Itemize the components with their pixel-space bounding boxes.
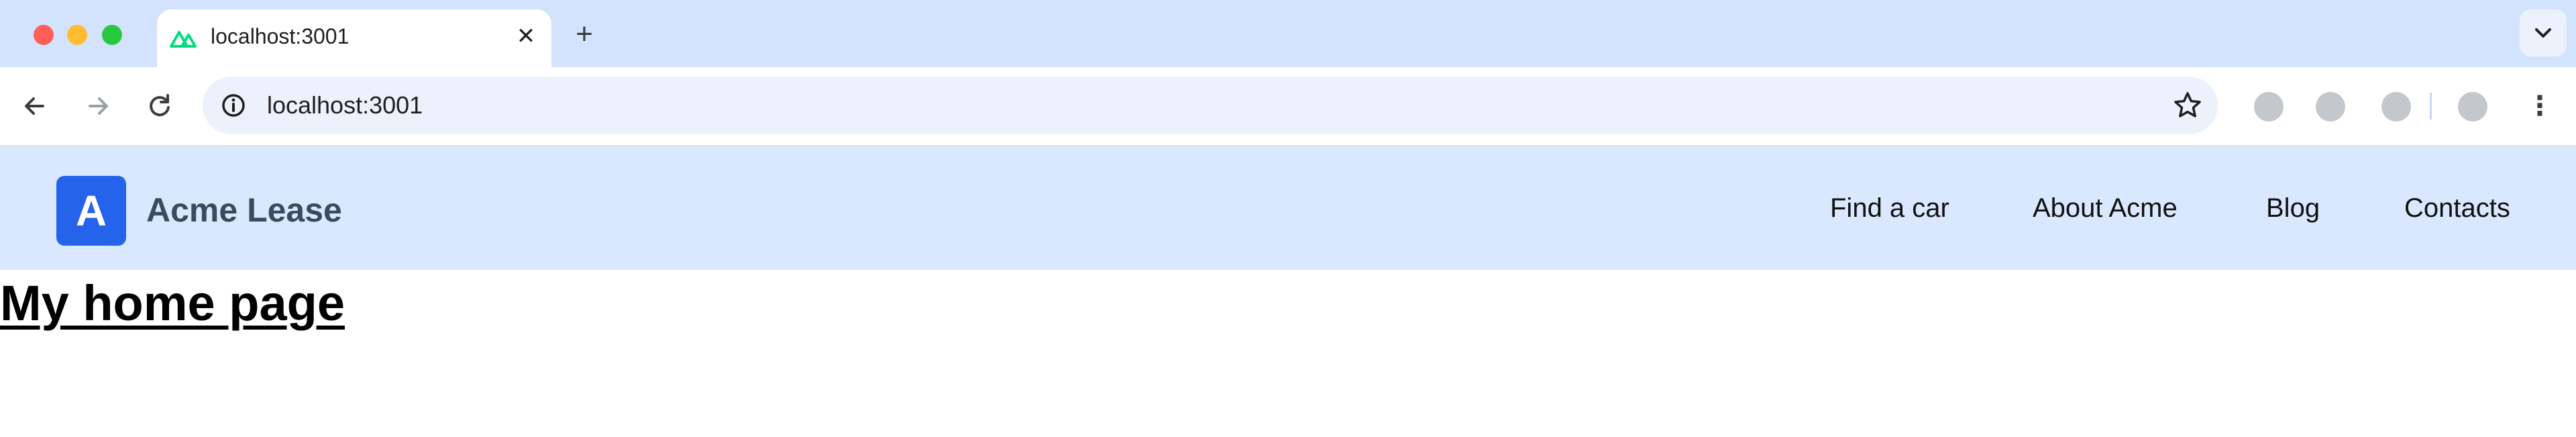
browser-tab-active[interactable]: localhost:3001 ✕ [157, 9, 551, 67]
extension-icon[interactable] [2381, 92, 2411, 122]
tab-title: localhost:3001 [211, 24, 350, 48]
site-info-icon[interactable] [217, 89, 250, 122]
nav-find-a-car[interactable]: Find a car [1830, 189, 1949, 227]
chevron-down-icon [2535, 28, 2551, 38]
forward-button[interactable] [79, 87, 117, 125]
tab-search-button[interactable] [2520, 9, 2567, 56]
window-minimize-button[interactable] [67, 25, 87, 45]
nav-blog[interactable]: Blog [2266, 189, 2320, 227]
window-maximize-button[interactable] [102, 25, 122, 45]
browser-tabstrip: localhost:3001 ✕ + [0, 0, 2576, 67]
browser-menu-icon[interactable]: ⋮ [2526, 89, 2553, 124]
site-logo[interactable]: A [56, 176, 126, 246]
arrow-left-icon [25, 97, 44, 115]
page-title: My home page [0, 275, 345, 331]
site-header: A Acme Lease Find a car About Acme Blog … [0, 146, 2576, 270]
tab-close-icon[interactable]: ✕ [513, 23, 539, 50]
window-close-button[interactable] [34, 25, 54, 45]
address-bar[interactable]: localhost:3001 [203, 77, 2218, 134]
profile-avatar[interactable] [2458, 92, 2487, 122]
brand-name[interactable]: Acme Lease [146, 188, 342, 232]
bookmark-star-icon[interactable] [2171, 89, 2204, 122]
nav-about-acme[interactable]: About Acme [2033, 189, 2178, 227]
nuxt-logo-icon [170, 31, 197, 48]
reload-button[interactable] [141, 87, 178, 125]
toolbar-divider [2430, 93, 2432, 119]
back-button[interactable] [16, 87, 54, 125]
arrow-right-icon [89, 97, 108, 115]
nav-contacts[interactable]: Contacts [2404, 189, 2510, 227]
extension-icon[interactable] [2316, 92, 2345, 122]
browser-toolbar: localhost:3001 ⋮ [0, 67, 2576, 146]
extension-icon[interactable] [2254, 92, 2284, 122]
reload-icon [150, 94, 170, 117]
new-tab-button[interactable]: + [568, 17, 601, 51]
address-url[interactable]: localhost:3001 [267, 90, 423, 121]
